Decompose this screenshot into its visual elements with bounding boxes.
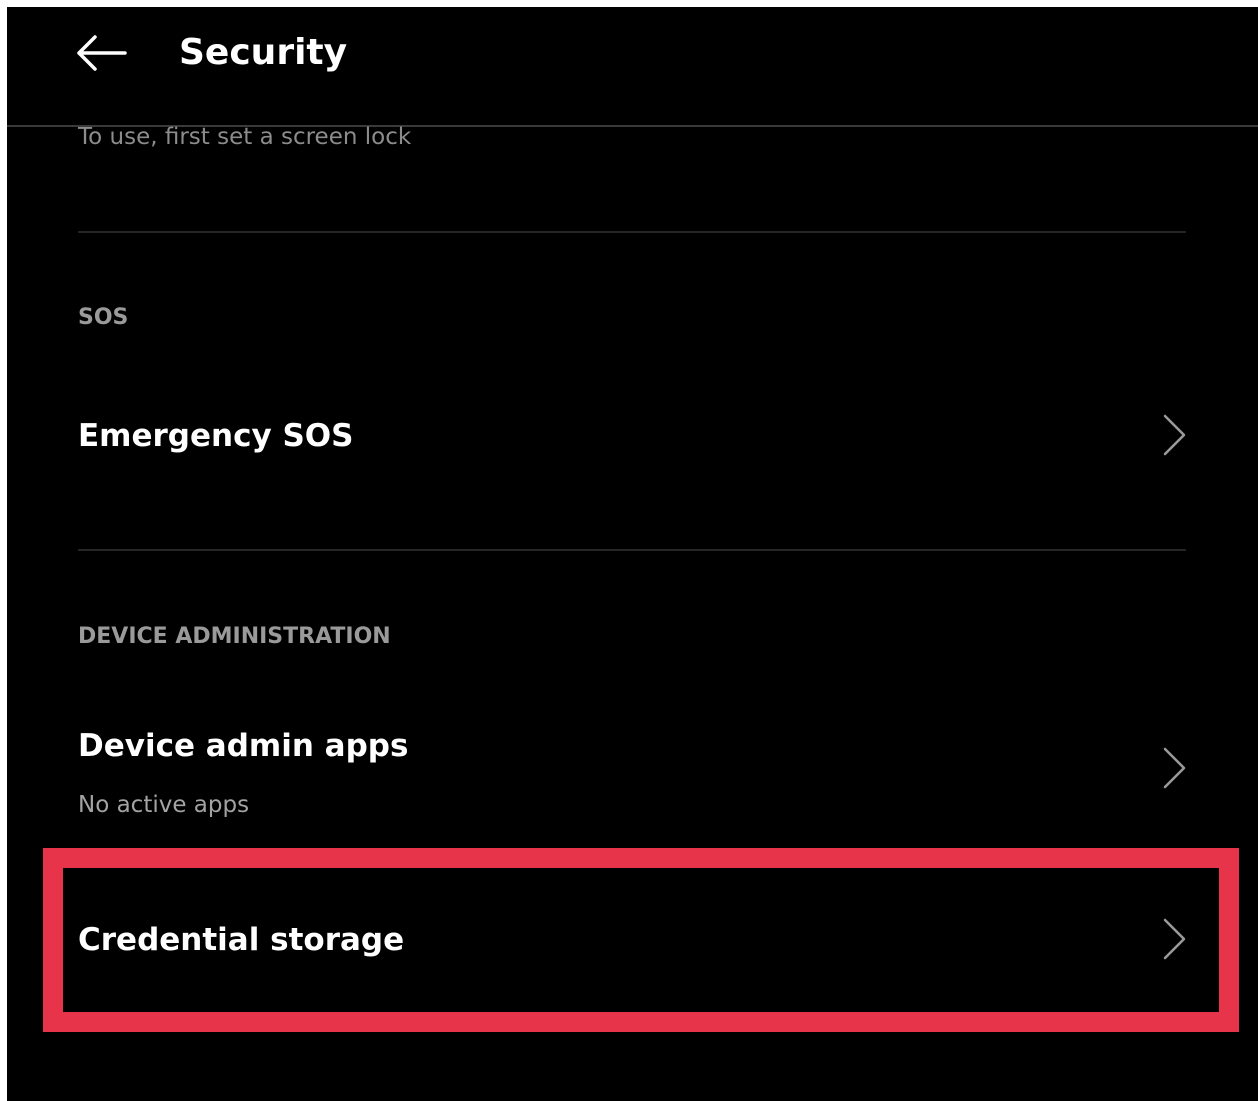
arrow-left-icon <box>77 35 127 71</box>
device-admin-apps-item[interactable]: Device admin apps No active apps <box>7 693 1258 843</box>
emergency-sos-item[interactable]: Emergency SOS <box>7 373 1258 519</box>
credential-storage-item[interactable]: Credential storage <box>7 868 1258 1012</box>
device-admin-apps-subtitle: No active apps <box>78 792 250 818</box>
divider <box>78 549 1186 551</box>
app-bar: Security <box>7 7 1258 127</box>
chevron-right-icon <box>1163 918 1186 960</box>
back-button[interactable] <box>67 25 137 81</box>
device-admin-apps-label: Device admin apps <box>78 728 409 764</box>
settings-screen: Security To use, first set a screen lock… <box>7 7 1258 1101</box>
emergency-sos-label: Emergency SOS <box>78 418 354 454</box>
chevron-right-icon <box>1163 414 1186 456</box>
divider <box>78 231 1186 233</box>
chevron-right-icon <box>1163 747 1186 789</box>
section-header-sos: SOS <box>78 305 129 330</box>
section-header-device-administration: DEVICE ADMINISTRATION <box>78 624 391 649</box>
page-title: Security <box>179 32 348 73</box>
screen-lock-hint: To use, first set a screen lock <box>78 124 412 150</box>
credential-storage-label: Credential storage <box>78 922 405 958</box>
